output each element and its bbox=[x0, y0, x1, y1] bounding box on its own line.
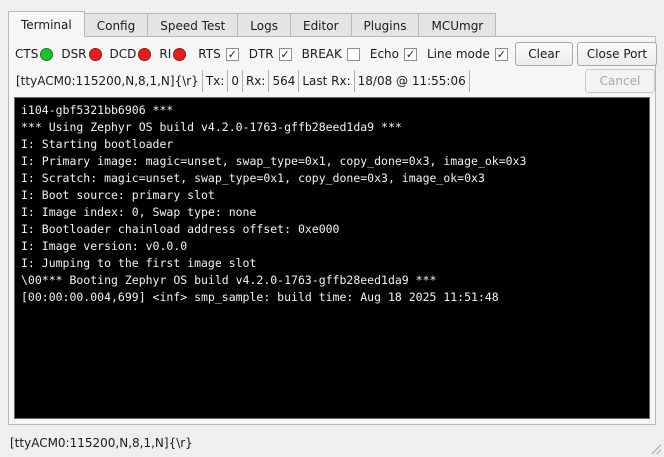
terminal-line: I: Image index: 0, Swap type: none bbox=[21, 205, 257, 219]
main-window: Terminal Config Speed Test Logs Editor P… bbox=[0, 0, 664, 457]
tx-label: Tx: bbox=[203, 70, 229, 92]
terminal-line: i104-gbf5321bb6906 *** bbox=[21, 103, 174, 117]
rx-count: 564 bbox=[269, 70, 300, 92]
control-row: CTS DSR DCD RI RTS ✓ DTR ✓ BREAK Echo ✓ … bbox=[15, 42, 657, 66]
line-mode-check-icon[interactable]: ✓ bbox=[494, 47, 508, 61]
dtr-label: DTR bbox=[248, 47, 274, 61]
rts-checkbox[interactable]: RTS ✓ bbox=[198, 47, 239, 61]
ri-indicator: RI bbox=[159, 47, 187, 61]
terminal-line: \00*** Booting Zephyr OS build v4.2.0-17… bbox=[21, 273, 437, 287]
resize-grip-icon[interactable] bbox=[651, 444, 661, 454]
tab-plugins[interactable]: Plugins bbox=[351, 13, 420, 37]
dcd-led-icon bbox=[138, 47, 152, 61]
echo-checkbox[interactable]: Echo ✓ bbox=[370, 47, 417, 61]
rts-label: RTS bbox=[198, 47, 221, 61]
rts-check-icon[interactable]: ✓ bbox=[225, 47, 239, 61]
terminal-panel: CTS DSR DCD RI RTS ✓ DTR ✓ BREAK Echo ✓ … bbox=[8, 36, 657, 425]
dcd-label: DCD bbox=[109, 47, 137, 61]
last-rx-label: Last Rx: bbox=[299, 70, 355, 92]
break-check-icon[interactable] bbox=[346, 47, 360, 61]
terminal-line: *** Using Zephyr OS build v4.2.0-1763-gf… bbox=[21, 120, 402, 134]
terminal-line: I: Scratch: magic=unset, swap_type=0x1, … bbox=[21, 171, 485, 185]
tx-count: 0 bbox=[228, 70, 243, 92]
line-mode-label: Line mode bbox=[427, 47, 490, 61]
tab-editor[interactable]: Editor bbox=[290, 13, 352, 37]
terminal-line: I: Image version: v0.0.0 bbox=[21, 239, 188, 253]
window-status-bar: [ttyACM0:115200,N,8,1,N]{\r} bbox=[0, 428, 664, 457]
terminal-line: I: Primary image: magic=unset, swap_type… bbox=[21, 154, 527, 168]
dtr-checkbox[interactable]: DTR ✓ bbox=[249, 47, 292, 61]
dsr-label: DSR bbox=[61, 47, 87, 61]
clear-button[interactable]: Clear bbox=[515, 42, 573, 66]
break-checkbox[interactable]: BREAK bbox=[302, 47, 360, 61]
close-port-button[interactable]: Close Port bbox=[577, 42, 657, 66]
port-settings: [ttyACM0:115200,N,8,1,N]{\r} bbox=[13, 70, 203, 92]
dcd-indicator: DCD bbox=[110, 47, 152, 61]
terminal-line: I: Boot source: primary slot bbox=[21, 188, 215, 202]
cts-label: CTS bbox=[15, 47, 39, 61]
tab-terminal[interactable]: Terminal bbox=[8, 11, 85, 37]
port-status-row: [ttyACM0:115200,N,8,1,N]{\r} Tx: 0 Rx: 5… bbox=[13, 69, 655, 93]
tab-config[interactable]: Config bbox=[84, 13, 149, 37]
echo-label: Echo bbox=[369, 47, 399, 61]
tab-bar: Terminal Config Speed Test Logs Editor P… bbox=[8, 11, 497, 37]
rx-label: Rx: bbox=[243, 70, 270, 92]
line-mode-checkbox[interactable]: Line mode ✓ bbox=[427, 47, 508, 61]
last-rx-time: 18/08 @ 11:55:06 bbox=[355, 70, 470, 92]
echo-check-icon[interactable]: ✓ bbox=[404, 47, 417, 61]
ri-led-icon bbox=[173, 47, 187, 61]
status-bar-text: [ttyACM0:115200,N,8,1,N]{\r} bbox=[10, 435, 193, 450]
cancel-button[interactable]: Cancel bbox=[585, 69, 655, 93]
tab-mcumgr[interactable]: MCUmgr bbox=[419, 13, 497, 37]
terminal-output[interactable]: i104-gbf5321bb6906 *** *** Using Zephyr … bbox=[14, 97, 650, 419]
dsr-led-icon bbox=[88, 47, 102, 61]
dsr-indicator: DSR bbox=[61, 47, 102, 61]
cts-led-icon bbox=[40, 47, 54, 61]
terminal-line: I: Starting bootloader bbox=[21, 137, 174, 151]
break-label: BREAK bbox=[301, 47, 342, 61]
terminal-line: I: Jumping to the first image slot bbox=[21, 256, 257, 270]
terminal-line: I: Bootloader chainload address offset: … bbox=[21, 222, 340, 236]
dtr-check-icon[interactable]: ✓ bbox=[278, 47, 292, 61]
tab-speed-test[interactable]: Speed Test bbox=[148, 13, 239, 37]
ri-label: RI bbox=[159, 47, 172, 61]
terminal-line: [00:00:00.004,699] <inf> smp_sample: bui… bbox=[21, 290, 499, 304]
cts-indicator: CTS bbox=[15, 47, 54, 61]
tab-logs[interactable]: Logs bbox=[238, 13, 291, 37]
